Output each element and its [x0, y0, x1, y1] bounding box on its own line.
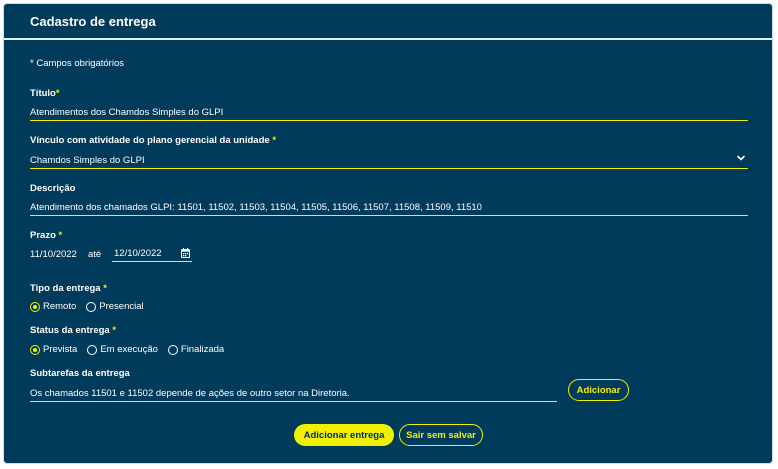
deadline-label-text: Prazo — [30, 230, 56, 241]
radio-label: Presencial — [99, 301, 144, 312]
deadline-end-input[interactable]: 12/10/2022 — [112, 245, 192, 262]
delivery-type-label-text: Tipo da entrega — [30, 283, 101, 294]
add-delivery-button[interactable]: Adicionar entrega — [294, 424, 394, 446]
deadline-separator: até — [88, 249, 102, 260]
required-mark: * — [112, 325, 117, 336]
radio-em-execucao[interactable]: Em execução — [87, 344, 158, 355]
radio-label: Remoto — [43, 301, 77, 312]
deadline-end-value: 12/10/2022 — [114, 247, 162, 259]
link-activity-label: Vínculo com atividade do plano gerencial… — [30, 135, 276, 146]
form-title: Cadastro de entrega — [30, 13, 156, 29]
description-input[interactable]: Atendimento dos chamados GLPI: 11501, 11… — [30, 199, 748, 216]
required-mark: * — [58, 230, 63, 241]
required-mark: * — [103, 283, 107, 294]
required-fields-note: * Campos obrigatórios — [30, 58, 124, 69]
add-subtask-button[interactable]: Adicionar — [568, 379, 629, 401]
delivery-form-panel: Cadastro de entrega * Campos obrigatório… — [3, 3, 773, 464]
description-value: Atendimento dos chamados GLPI: 11501, 11… — [30, 201, 482, 213]
chevron-down-icon[interactable] — [736, 153, 746, 166]
delivery-status-label-text: Status da entrega — [30, 325, 110, 336]
radio-label: Finalizada — [180, 344, 225, 355]
radio-label: Em execução — [100, 344, 158, 355]
exit-without-saving-button[interactable]: Sair sem salvar — [399, 424, 483, 446]
deadline-label: Prazo * — [30, 230, 62, 241]
title-input-value: Atendimentos dos Chamdos Simples do GLPI — [30, 106, 224, 118]
title-label-text: Título — [30, 88, 56, 99]
delivery-status-radio-group: Prevista Em execução Finalizada — [30, 344, 228, 355]
radio-unselected-icon[interactable] — [167, 344, 178, 355]
radio-label: Prevista — [43, 344, 78, 355]
title-input[interactable]: Atendimentos dos Chamdos Simples do GLPI — [30, 104, 748, 121]
delivery-status-label: Status da entrega * — [30, 325, 116, 336]
deadline-start-date: 11/10/2022 — [30, 249, 77, 260]
radio-unselected-icon[interactable] — [87, 344, 98, 355]
radio-prevista[interactable]: Prevista — [30, 344, 77, 355]
radio-selected-icon[interactable] — [30, 344, 40, 355]
link-activity-label-text: Vínculo com atividade do plano gerencial… — [30, 135, 270, 146]
required-mark: * — [55, 88, 60, 99]
subtask-input[interactable]: Os chamados 11501 e 11502 depende de açõ… — [30, 385, 557, 402]
radio-finalizada[interactable]: Finalizada — [167, 344, 225, 355]
link-activity-value: Chamdos Simples do GLPI — [30, 154, 145, 166]
required-mark: * — [272, 135, 277, 146]
calendar-icon[interactable] — [181, 248, 190, 261]
subtasks-label: Subtarefas da entrega — [30, 368, 130, 379]
title-label: Título* — [30, 88, 60, 99]
radio-remoto[interactable]: Remoto — [30, 301, 76, 312]
radio-presencial[interactable]: Presencial — [86, 301, 144, 312]
radio-selected-icon[interactable] — [30, 301, 40, 312]
description-label: Descrição — [30, 183, 76, 194]
radio-unselected-icon[interactable] — [86, 301, 97, 312]
link-activity-select[interactable]: Chamdos Simples do GLPI — [30, 152, 748, 169]
delivery-type-label: Tipo da entrega * — [30, 283, 107, 294]
delivery-type-radio-group: Remoto Presencial — [30, 301, 148, 312]
subtask-value: Os chamados 11501 e 11502 depende de açõ… — [30, 387, 350, 399]
form-header: Cadastro de entrega — [4, 4, 772, 40]
